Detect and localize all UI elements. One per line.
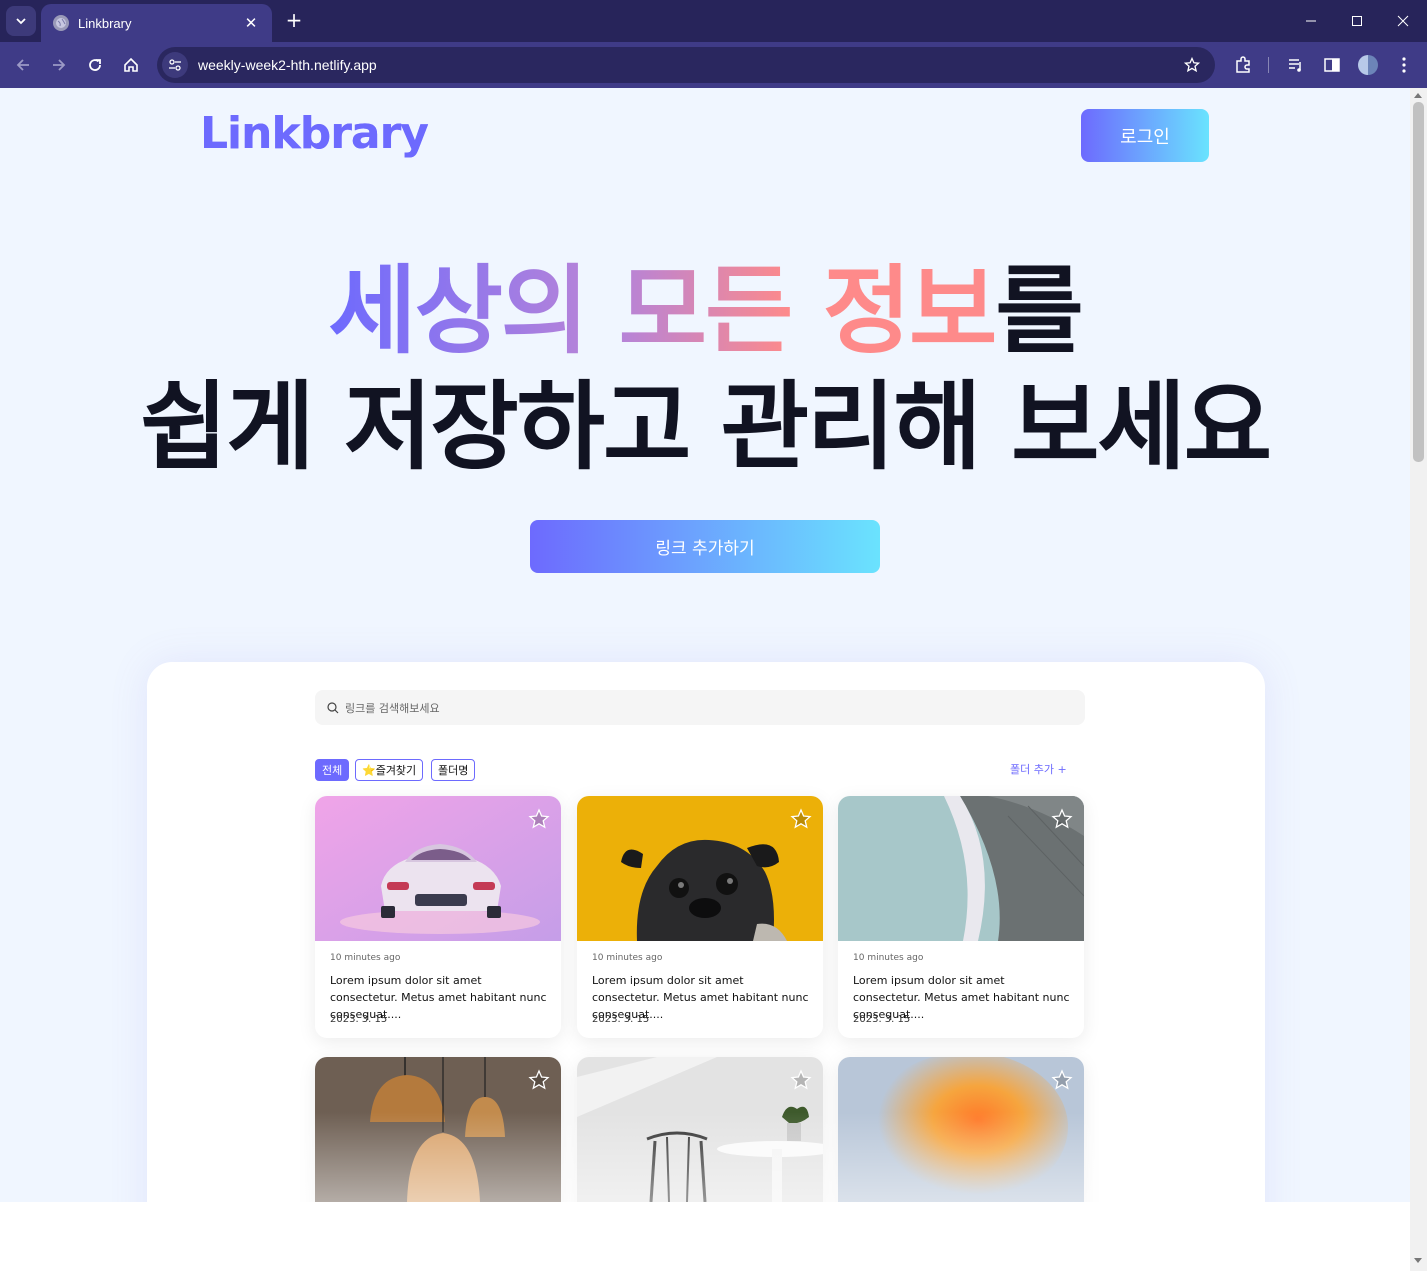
reload-button[interactable] [80,50,110,80]
close-tab-icon[interactable]: ✕ [242,14,260,32]
close-icon [1397,15,1409,27]
scroll-down-arrow[interactable] [1414,1258,1422,1263]
app-preview: 링크를 검색해보세요 전체 ⭐즐겨찾기 폴더명 폴더 추가 + 10 minut… [147,662,1265,1271]
tab-title: Linkbrary [78,15,132,31]
media-controls-icon[interactable] [1281,50,1311,80]
globe-icon [53,15,69,31]
hero-word-3: 정보 [822,255,998,367]
folder-chip-favorites[interactable]: ⭐즐겨찾기 [355,759,424,781]
hero-word-1: 세상의 [328,255,589,367]
chevron-down-icon [16,18,26,25]
search-placeholder: 링크를 검색해보세요 [345,701,440,715]
star-icon[interactable] [790,808,812,830]
link-card[interactable]: 10 minutes ago Lorem ipsum dolor sit ame… [315,796,561,1038]
arrow-right-icon [53,59,66,71]
chair-image [577,1057,823,1202]
minimize-icon [1306,20,1316,22]
tab-search-button[interactable] [6,6,36,36]
browser-toolbar: weekly-week2-hth.netlify.app [0,42,1427,88]
card-date: 2023. 3. 15 [330,1014,388,1025]
card-time: 10 minutes ago [592,953,663,963]
star-icon[interactable] [528,808,550,830]
browser-tab[interactable]: Linkbrary ✕ [41,4,272,42]
star-icon[interactable] [790,1069,812,1091]
new-tab-button[interactable]: + [283,9,305,31]
next-section-background [0,1202,1410,1271]
page-scrollbar[interactable] [1410,88,1427,1271]
dog-image [577,796,823,941]
url-text: weekly-week2-hth.netlify.app [198,57,377,73]
bookmark-star-icon[interactable] [1177,50,1207,80]
arrow-left-icon [16,59,29,71]
add-link-button[interactable]: 링크 추가하기 [530,520,880,573]
add-folder-button[interactable]: 폴더 추가 + [1010,761,1067,777]
hero-line-2: 쉽게 저장하고 관리해 보세요 [139,371,1272,483]
hero-line-1: 세상의 모든 정보를 [0,253,1410,369]
building-image [838,796,1084,941]
card-time: 10 minutes ago [853,953,924,963]
extensions-icon[interactable] [1228,50,1258,80]
scroll-up-arrow[interactable] [1414,93,1422,98]
address-bar[interactable]: weekly-week2-hth.netlify.app [157,47,1215,83]
logo[interactable]: Linkbrary [200,108,429,159]
car-image [315,796,561,941]
forward-button[interactable] [44,50,74,80]
page-viewport: Linkbrary 로그인 세상의 모든 정보를 쉽게 저장하고 관리해 보세요… [0,88,1410,1271]
card-date: 2023. 3. 15 [853,1014,911,1025]
folder-chip-name[interactable]: 폴더명 [431,759,476,781]
link-card[interactable]: 10 minutes ago Lorem ipsum dolor sit ame… [577,796,823,1038]
minimize-button[interactable] [1288,8,1334,34]
close-window-button[interactable] [1380,8,1426,34]
hero-heading: 세상의 모든 정보를 쉽게 저장하고 관리해 보세요 [0,253,1410,485]
login-button[interactable]: 로그인 [1081,109,1209,162]
gradient-blur-image [838,1057,1084,1202]
toolbar-separator [1268,57,1269,73]
star-icon[interactable] [1051,808,1073,830]
reload-icon [89,59,101,71]
scroll-thumb[interactable] [1413,102,1424,462]
profile-button[interactable] [1353,50,1383,80]
folder-chip-all[interactable]: 전체 [315,759,350,781]
maximize-button[interactable] [1334,8,1380,34]
avatar [1358,55,1378,75]
hero-word-2: 모든 [618,255,794,367]
site-info-icon[interactable] [162,52,188,78]
home-icon [124,57,138,72]
lamp-image [315,1057,561,1202]
menu-icon[interactable] [1389,50,1419,80]
card-time: 10 minutes ago [330,953,401,963]
star-icon[interactable] [1051,1069,1073,1091]
home-button[interactable] [116,50,146,80]
card-date: 2023. 3. 15 [592,1014,650,1025]
search-icon [327,701,339,713]
hero-word-4: 를 [995,255,1083,367]
star-icon[interactable] [528,1069,550,1091]
back-button[interactable] [8,50,38,80]
link-card[interactable]: 10 minutes ago Lorem ipsum dolor sit ame… [838,796,1084,1038]
search-bar[interactable]: 링크를 검색해보세요 [315,690,1085,725]
browser-tab-bar: Linkbrary ✕ + [0,0,1427,42]
side-panel-icon[interactable] [1317,50,1347,80]
maximize-icon [1352,16,1362,26]
